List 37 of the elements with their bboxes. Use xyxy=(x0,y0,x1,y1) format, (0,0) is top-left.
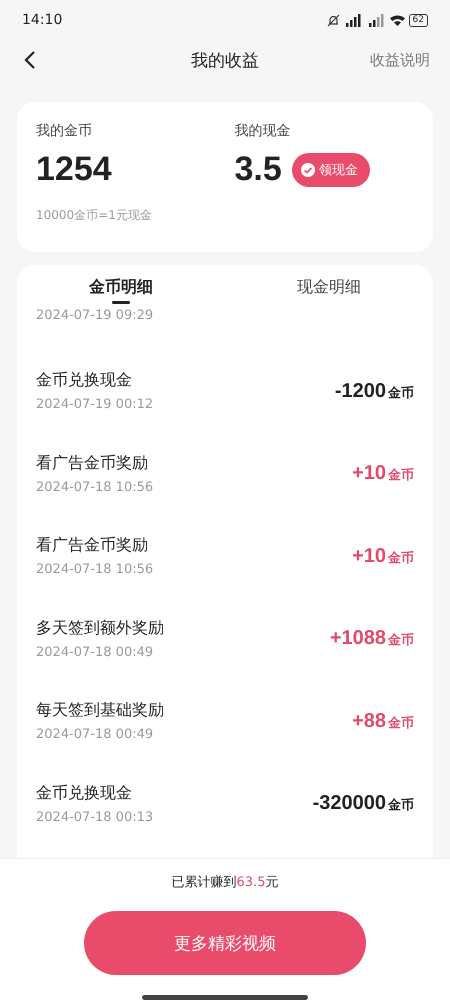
record-amount: -1200金币 xyxy=(334,380,414,403)
record-date: 2024-07-19 00:12 xyxy=(36,397,154,412)
record-date: 2024-07-18 10:56 xyxy=(36,480,154,495)
claim-cash-button[interactable]: 领现金 xyxy=(292,152,370,186)
record-amount: +1088金币 xyxy=(330,627,414,650)
coins-value: 1254 xyxy=(36,150,113,189)
page-title: 我的收益 xyxy=(191,50,259,72)
record-amount: +10金币 xyxy=(352,462,414,486)
total-earned-text: 已累计赚到63.5元 xyxy=(172,874,278,891)
record-title: 金币兑换现金 xyxy=(36,782,133,804)
check-icon xyxy=(300,162,315,176)
tab[interactable]: 现金明细 xyxy=(225,277,433,308)
record-date: 2024-07-18 00:49 xyxy=(36,727,154,742)
record-amount: +88金币 xyxy=(352,710,414,733)
record-title: 看广告金币奖励 xyxy=(36,452,149,474)
record-amount: +10金币 xyxy=(352,544,414,568)
record-amount: -320000金币 xyxy=(312,792,414,816)
record-date: 2024-07-18 00:13 xyxy=(36,810,154,825)
coins-label: 我的金币 xyxy=(36,122,93,140)
record-title: 每天签到基础奖励 xyxy=(36,700,164,722)
cash-label: 我的现金 xyxy=(234,122,292,140)
battery-indicator: 62 xyxy=(408,14,428,26)
record-title: 多天签到额外奖励 xyxy=(36,618,164,639)
record-title: 看广告金币奖励 xyxy=(36,535,149,556)
back-icon[interactable] xyxy=(24,50,36,70)
more-videos-button[interactable]: 更多精彩视频 xyxy=(84,911,366,976)
wifi-icon xyxy=(388,14,406,26)
record-date: 2024-07-18 00:49 xyxy=(36,644,154,660)
record-date: 2024-07-19 09:29 xyxy=(36,308,154,323)
muted-bell-icon xyxy=(326,14,340,26)
status-time: 14:10 xyxy=(22,12,62,28)
earnings-info-link[interactable]: 收益说明 xyxy=(370,50,430,70)
cash-value: 3.5 xyxy=(234,150,282,189)
tab[interactable]: 金币明细 xyxy=(17,277,225,308)
record-title: 金币兑换现金 xyxy=(36,370,133,392)
record-date: 2024-07-18 10:56 xyxy=(36,562,154,578)
exchange-rate-note: 10000金币=1元现金 xyxy=(36,207,153,224)
